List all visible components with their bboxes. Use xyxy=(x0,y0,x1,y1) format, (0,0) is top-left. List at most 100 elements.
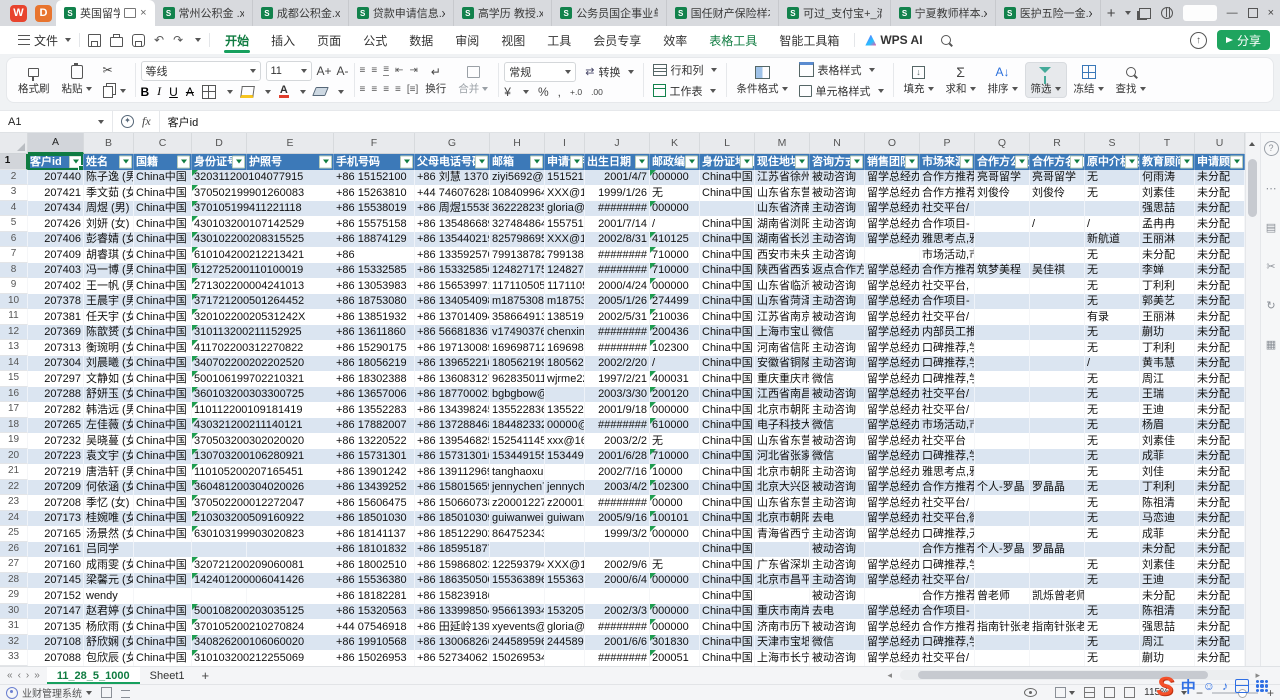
cell[interactable] xyxy=(1030,418,1085,434)
cell[interactable]: China中国 xyxy=(134,480,192,496)
ime-mic-icon[interactable]: ♪ xyxy=(1222,679,1228,693)
cut-tool-icon[interactable]: ✂ xyxy=(1266,260,1275,273)
column-letter-Q[interactable]: Q xyxy=(975,133,1030,154)
cell[interactable] xyxy=(975,526,1030,542)
cell[interactable]: 留学总经办 xyxy=(865,387,920,403)
cell[interactable] xyxy=(1030,495,1085,511)
cell[interactable]: 未分配 xyxy=(1195,356,1245,372)
cell[interactable]: 207165 xyxy=(28,526,84,542)
cell[interactable]: 207160 xyxy=(28,557,84,573)
column-header[interactable]: 父母电话号码 xyxy=(415,154,490,170)
cell[interactable]: 430321200211140121 xyxy=(192,418,247,434)
cell[interactable] xyxy=(975,433,1030,449)
first-sheet-icon[interactable]: « xyxy=(7,670,13,681)
cell[interactable]: 山东省东营 xyxy=(755,433,810,449)
cell[interactable]: 未分配 xyxy=(1195,216,1245,232)
skin-icon[interactable] xyxy=(1161,7,1173,19)
cell[interactable]: 207409 xyxy=(28,247,84,263)
cell[interactable]: 360481200304020026 xyxy=(192,480,247,496)
cell[interactable]: 612725200110100019 xyxy=(192,263,247,279)
italic-button[interactable]: I xyxy=(157,84,161,99)
cell[interactable]: 未分配 xyxy=(1195,418,1245,434)
font-name-select[interactable]: 等线 xyxy=(141,61,261,81)
ime-keyboard-icon[interactable] xyxy=(1235,679,1249,693)
cell[interactable] xyxy=(975,201,1030,217)
cell[interactable]: +86 18182281 xyxy=(334,588,415,604)
cell[interactable]: 207232 xyxy=(28,433,84,449)
page-break-view-icon[interactable] xyxy=(1124,687,1135,698)
cell[interactable]: 150269534 xyxy=(490,650,545,666)
column-header[interactable]: 出生日期 xyxy=(585,154,650,170)
cell[interactable]: 2001/6/6 xyxy=(585,635,650,651)
cell[interactable]: 凯烁曾老师 xyxy=(1030,588,1085,604)
cell[interactable]: 新航道 xyxy=(1085,232,1140,248)
cell[interactable] xyxy=(1030,402,1085,418)
cell[interactable]: 主动咨询 xyxy=(810,573,865,589)
cell[interactable]: / xyxy=(650,356,700,372)
prev-sheet-icon[interactable]: ‹ xyxy=(18,670,21,681)
cell[interactable]: 刘佳 xyxy=(1140,464,1195,480)
cell[interactable]: 2002/5/31 xyxy=(585,309,650,325)
cell[interactable]: 留学总经办 xyxy=(865,371,920,387)
split-view-icon[interactable]: ▤ xyxy=(1266,221,1276,234)
cell[interactable]: China中国 xyxy=(700,557,755,573)
cell[interactable]: 彭睿婧 (女 xyxy=(84,232,134,248)
cell[interactable]: 110105200207165451 xyxy=(192,464,247,480)
cell[interactable] xyxy=(585,588,650,604)
status-tool-icon-2[interactable] xyxy=(121,690,130,698)
menu-tab-1[interactable]: 开始 xyxy=(214,26,260,54)
cell[interactable]: 无 xyxy=(1085,402,1140,418)
cell[interactable]: China中国 xyxy=(134,294,192,310)
cell[interactable] xyxy=(975,650,1030,666)
cell[interactable]: 杨眉 xyxy=(1140,418,1195,434)
cell[interactable]: China中国 xyxy=(134,511,192,527)
cell[interactable]: 成菲 xyxy=(1140,526,1195,542)
cell[interactable]: 刘素佳 xyxy=(1140,185,1195,201)
cell[interactable]: +86 15332585 xyxy=(334,263,415,279)
cell[interactable]: +86 1391129694 xyxy=(415,464,490,480)
last-sheet-icon[interactable]: » xyxy=(34,670,40,681)
cell[interactable]: +86 13611860 xyxy=(334,325,415,341)
cell[interactable]: +86 18874129 xyxy=(334,232,415,248)
row-number[interactable]: 28 xyxy=(0,573,28,589)
cell[interactable]: 微信 xyxy=(810,418,865,434)
cell[interactable]: 2002/2/20 xyxy=(585,356,650,372)
cell[interactable] xyxy=(975,340,1030,356)
cell[interactable]: China中国 xyxy=(134,464,192,480)
cell[interactable]: 207288 xyxy=(28,387,84,403)
cell[interactable]: 罗晶晶 xyxy=(1030,542,1085,558)
cell[interactable]: 社交平台/ xyxy=(920,201,975,217)
cell[interactable]: 956613934 xyxy=(490,604,545,620)
tab-smart-toolbox[interactable]: 智能工具箱 xyxy=(768,26,850,54)
row-number[interactable]: 27 xyxy=(0,557,28,573)
cell[interactable]: 未分配 xyxy=(1195,464,1245,480)
filter-icon[interactable] xyxy=(740,155,753,168)
cell[interactable] xyxy=(1030,294,1085,310)
cell[interactable]: 合作方推荐 xyxy=(920,185,975,201)
cell[interactable]: 未分配 xyxy=(1195,170,1245,186)
cell[interactable]: 留学总经办 xyxy=(865,263,920,279)
cell[interactable]: 未分配 xyxy=(1195,433,1245,449)
cell[interactable]: +86 1582391866 xyxy=(415,588,490,604)
cell[interactable]: tanghaoxu( xyxy=(490,464,545,480)
cell[interactable]: 湖南省长沙 xyxy=(755,232,810,248)
cell[interactable]: 个人-罗晶 xyxy=(975,480,1030,496)
cell[interactable] xyxy=(975,232,1030,248)
cell[interactable]: 000000 xyxy=(650,278,700,294)
column-header[interactable]: 身份证地址 xyxy=(700,154,755,170)
cell[interactable]: 曾老师 xyxy=(975,588,1030,604)
cell[interactable]: 未分配 xyxy=(1195,542,1245,558)
cell[interactable] xyxy=(1030,635,1085,651)
cell[interactable]: 口碑推荐,无 xyxy=(920,526,975,542)
cell[interactable]: 无 xyxy=(1085,340,1140,356)
row-number[interactable]: 32 xyxy=(0,635,28,651)
cell[interactable]: 北京市昌平 xyxy=(755,573,810,589)
vertical-scrollbar[interactable] xyxy=(1245,133,1260,666)
cell[interactable]: 155363896 xyxy=(545,573,585,589)
cell[interactable]: 无 xyxy=(1085,619,1140,635)
ime-toolbox-icon[interactable] xyxy=(1256,680,1268,692)
cell[interactable] xyxy=(1030,464,1085,480)
cell[interactable]: China中国 xyxy=(700,604,755,620)
new-tab-button[interactable]: + xyxy=(1101,5,1122,22)
file-tab[interactable]: S高学历 教授.xlsx xyxy=(454,0,552,26)
